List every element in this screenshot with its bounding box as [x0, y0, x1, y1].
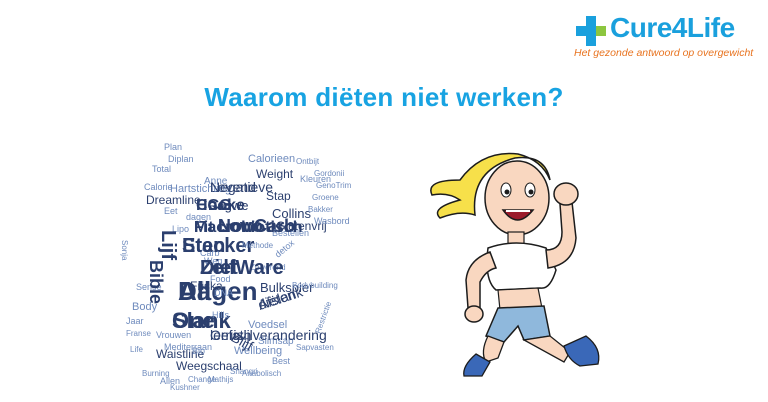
cloud-word: Ontbijt — [296, 157, 320, 166]
cloud-word: One — [172, 308, 215, 333]
cloud-word: Plan — [164, 142, 182, 152]
cloud-word: GenoTrim — [316, 181, 352, 190]
cloud-word: Sonja — [120, 240, 129, 261]
cloud-word: Macrobiotisch — [194, 219, 302, 236]
cloud-word: All — [178, 276, 211, 306]
cloud-word: Wasbord — [314, 216, 350, 226]
cloud-word: Gordonii — [314, 169, 344, 178]
cloud-word: Jaar — [126, 316, 144, 326]
cloud-word: Life — [130, 345, 143, 354]
cloud-word: Calorieen — [248, 153, 295, 165]
cloud-word: Sapvasten — [296, 343, 334, 352]
cloud-word: ZelfWare — [200, 257, 284, 279]
cloud-word: Eet — [164, 206, 178, 216]
running-woman-illustration — [430, 152, 600, 377]
cloud-word: Kushner — [170, 383, 200, 392]
logo-tagline: Het gezonde antwoord op overgewicht — [574, 47, 754, 59]
cloud-word: Bio — [192, 346, 205, 356]
cloud-word: Negatieve — [210, 179, 273, 195]
cloud-word: Best — [272, 356, 291, 366]
cloud-word: Bible — [146, 260, 166, 304]
cloud-word: Mathijs — [208, 375, 233, 384]
cloud-word: leefstijlverandering — [210, 327, 327, 343]
medical-cross-icon — [576, 16, 606, 46]
cloud-word: Calorie — [144, 182, 173, 192]
cloud-word: Diplan — [168, 154, 194, 164]
page-title: Waarom diëten niet werken? — [204, 82, 564, 112]
cloud-word: Anabolisch — [242, 369, 281, 378]
cloud-word: Lijf — [157, 230, 179, 260]
cloud-word: Total — [152, 164, 171, 174]
cloud-word: Dag — [208, 198, 232, 213]
cloud-word: Methode — [242, 241, 274, 250]
logo-name: Cure4Life — [610, 12, 735, 43]
word-cloud: DagenSlankDietStackerLowCarbFitHCGLevend… — [120, 142, 352, 392]
cloud-word: Groene — [312, 193, 339, 202]
cure4life-logo[interactable]: Cure4Life Het gezonde antwoord op overge… — [568, 12, 764, 64]
cloud-word: Dreamline — [146, 193, 201, 207]
cloud-word: Franse — [126, 329, 151, 338]
cloud-word: Eten — [182, 235, 225, 257]
cloud-word: Bodybuilding — [292, 281, 338, 290]
cloud-word: Bakker — [308, 205, 333, 214]
